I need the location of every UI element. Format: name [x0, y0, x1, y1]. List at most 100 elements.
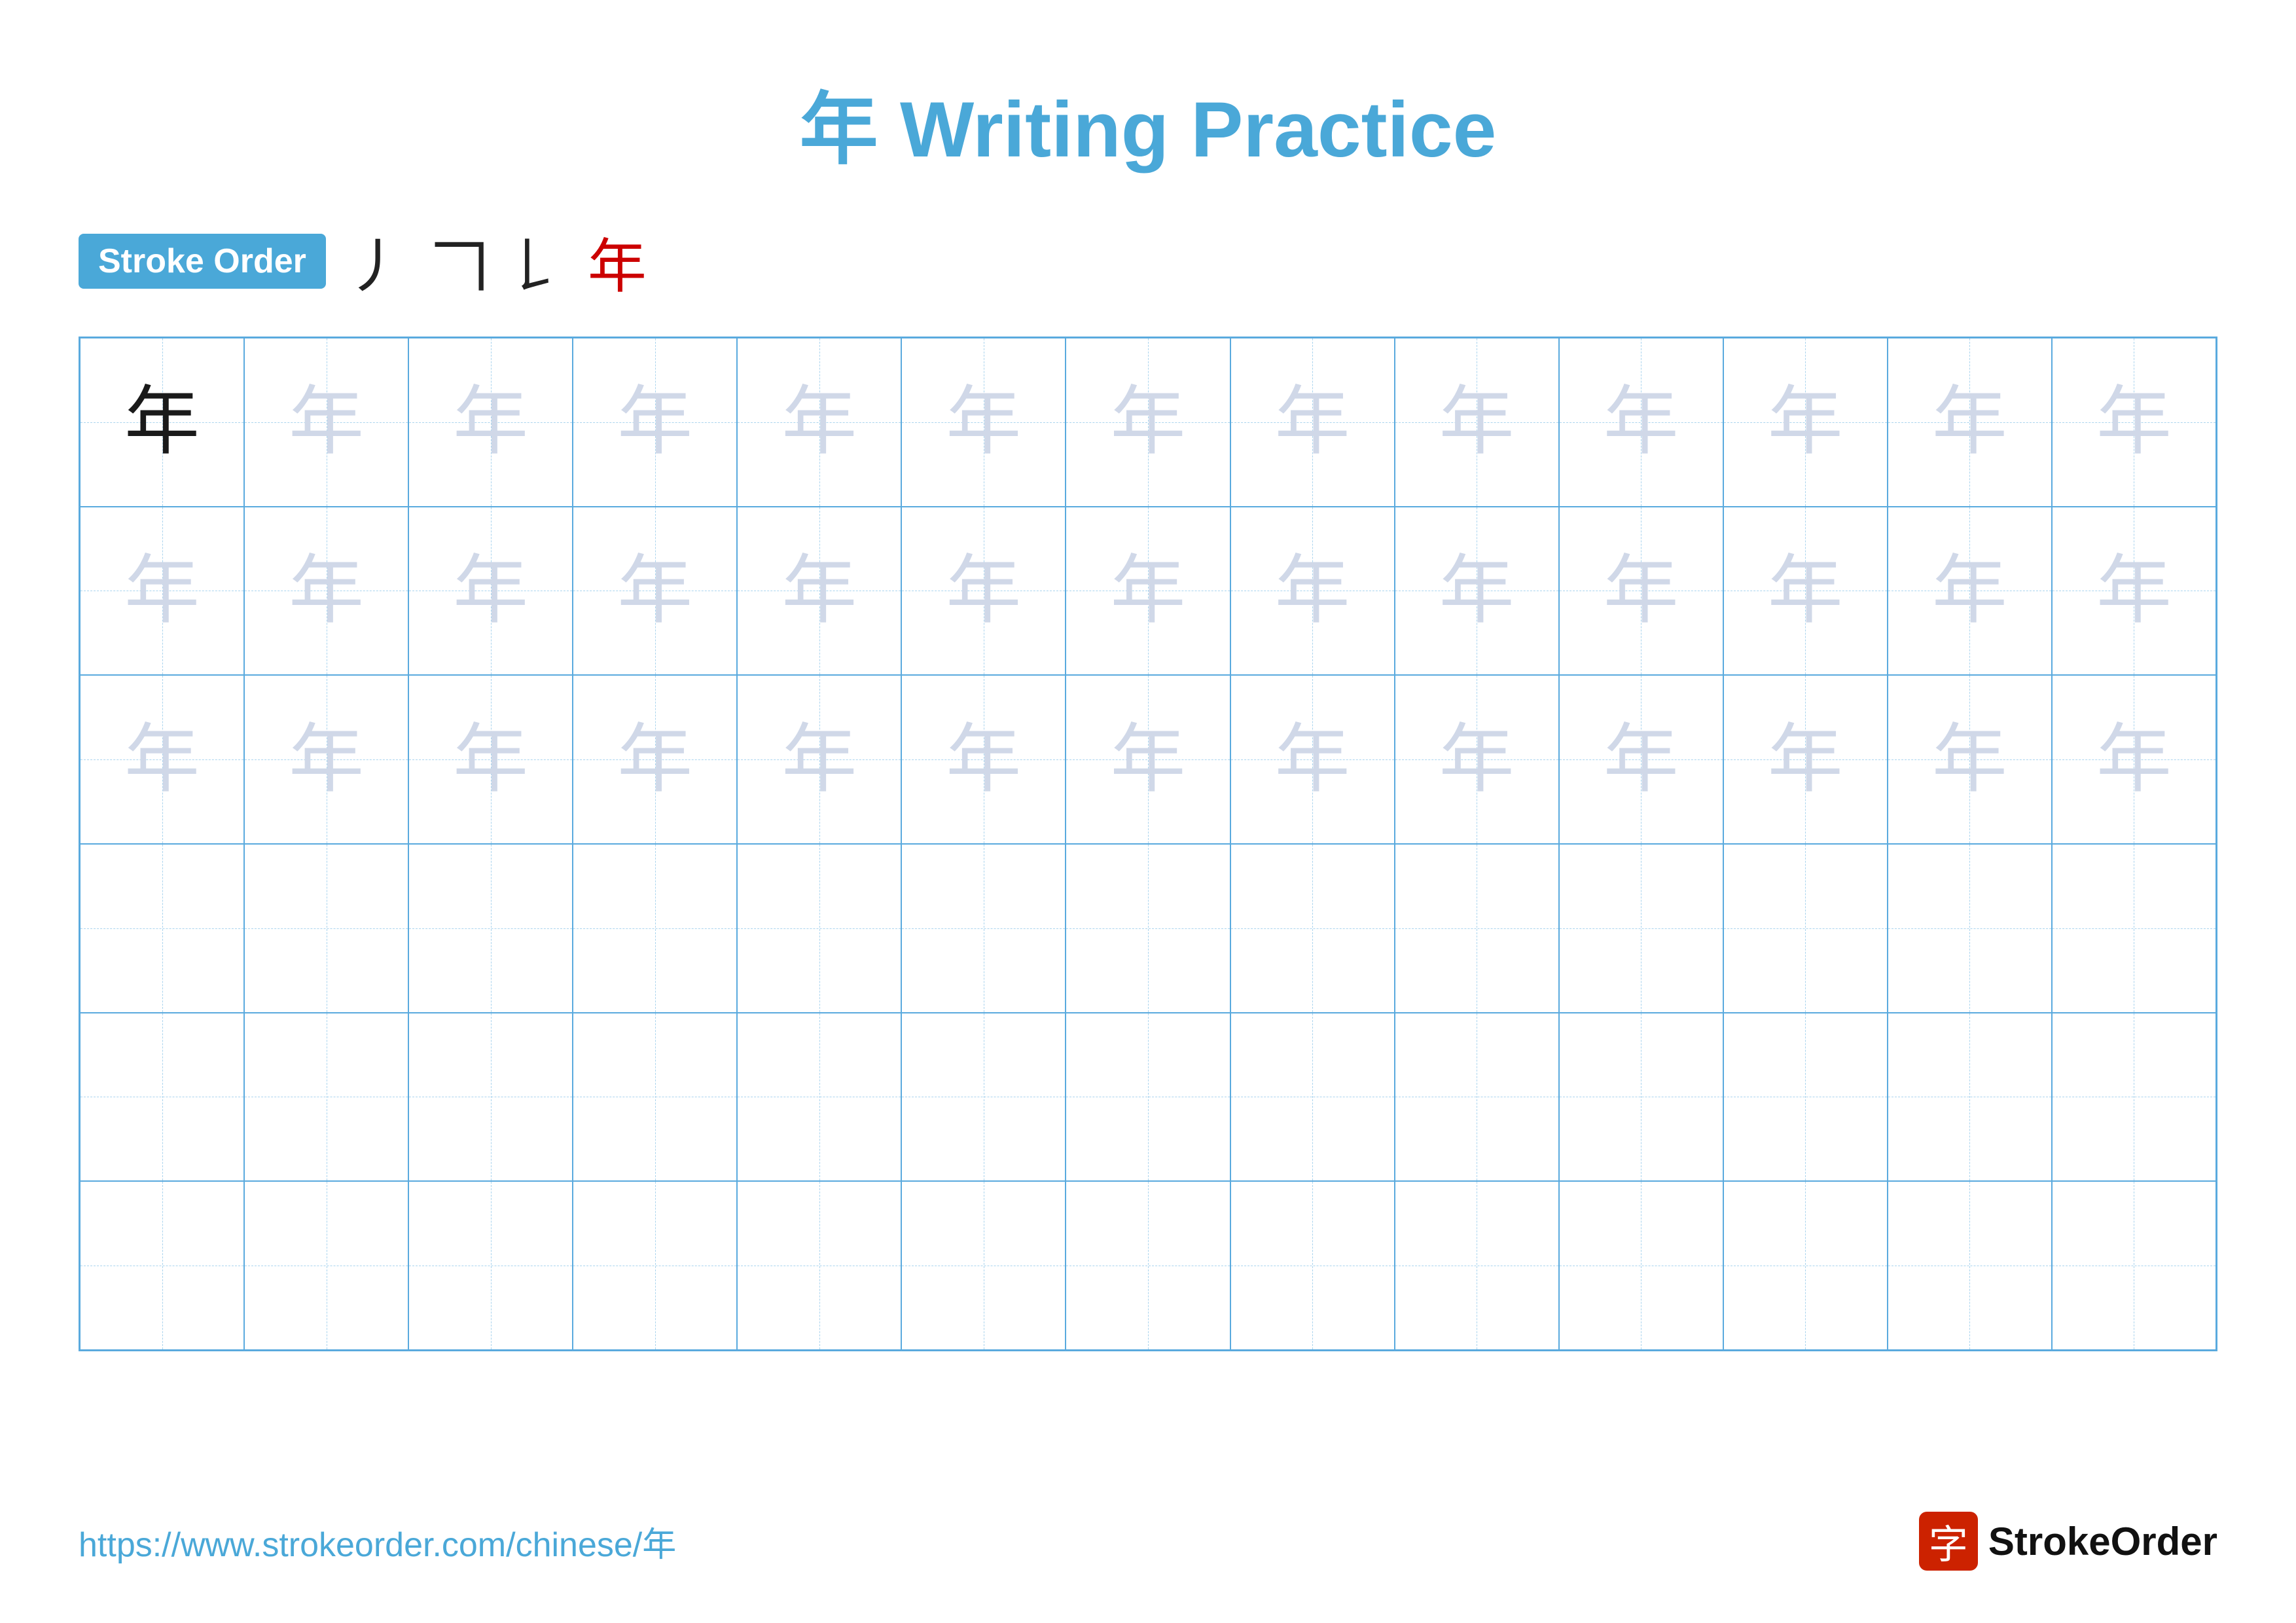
grid-cell[interactable]: 年	[1888, 338, 2052, 507]
grid-cell[interactable]: 年	[1723, 338, 1888, 507]
cell-character: 年	[1275, 722, 1350, 797]
grid-cell[interactable]: 年	[244, 507, 408, 676]
grid-cell[interactable]	[1888, 1013, 2052, 1182]
grid-cell[interactable]	[80, 1013, 244, 1182]
grid-cell[interactable]	[244, 1181, 408, 1350]
grid-cell[interactable]	[1395, 1181, 1559, 1350]
grid-cell[interactable]: 年	[1066, 675, 1230, 844]
grid-cell[interactable]	[1723, 844, 1888, 1013]
grid-cell[interactable]	[1559, 1013, 1723, 1182]
grid-cell[interactable]	[408, 1013, 573, 1182]
grid-cell[interactable]	[1230, 1181, 1395, 1350]
grid-cell[interactable]: 年	[1230, 675, 1395, 844]
grid-cell[interactable]: 年	[80, 507, 244, 676]
cell-character: 年	[1110, 384, 1185, 460]
grid-cell[interactable]: 年	[244, 675, 408, 844]
grid-cell[interactable]: 年	[1230, 338, 1395, 507]
grid-cell[interactable]	[737, 1013, 901, 1182]
grid-cell[interactable]: 年	[2052, 675, 2216, 844]
grid-cell[interactable]: 年	[1230, 507, 1395, 676]
grid-cell[interactable]: 年	[1559, 338, 1723, 507]
grid-cell[interactable]	[901, 1013, 1066, 1182]
grid-cell[interactable]	[1395, 1013, 1559, 1182]
grid-cell[interactable]: 年	[1395, 338, 1559, 507]
cell-character: 年	[1768, 384, 1843, 460]
grid-cell[interactable]	[1066, 1013, 1230, 1182]
cell-character: 年	[1275, 553, 1350, 629]
grid-cell[interactable]: 年	[573, 338, 737, 507]
grid-cell[interactable]: 年	[901, 338, 1066, 507]
grid-cell[interactable]: 年	[1888, 507, 2052, 676]
grid-cell[interactable]: 年	[573, 507, 737, 676]
grid-cell[interactable]: 年	[737, 507, 901, 676]
grid-cell[interactable]	[80, 844, 244, 1013]
grid-cell[interactable]	[408, 844, 573, 1013]
cell-character: 年	[1110, 722, 1185, 797]
grid-cell[interactable]	[573, 1013, 737, 1182]
footer-logo: 字 StrokeOrder	[1919, 1512, 2217, 1571]
grid-cell[interactable]	[573, 844, 737, 1013]
grid-cell[interactable]: 年	[901, 507, 1066, 676]
grid-cell[interactable]	[1888, 844, 2052, 1013]
logo-char: 字	[1929, 1513, 1968, 1570]
footer-url: https://www.strokeorder.com/chinese/年	[79, 1517, 676, 1566]
stroke-order-row: Stroke Order 丿 𠄐 𠃍 𠄌 𠄞 年	[79, 219, 2217, 304]
grid-cell[interactable]	[1723, 1013, 1888, 1182]
grid-cell[interactable]: 年	[1066, 507, 1230, 676]
grid-cell[interactable]: 年	[737, 338, 901, 507]
grid-cell[interactable]	[2052, 1013, 2216, 1182]
grid-cell[interactable]	[2052, 1181, 2216, 1350]
cell-character: 年	[453, 722, 528, 797]
grid-cell[interactable]: 年	[1066, 338, 1230, 507]
stroke-6-final: 年	[588, 219, 647, 304]
grid-cell[interactable]: 年	[1559, 507, 1723, 676]
grid-cell[interactable]: 年	[2052, 507, 2216, 676]
grid-cell[interactable]	[1066, 844, 1230, 1013]
grid-cell[interactable]: 年	[901, 675, 1066, 844]
cell-character: 年	[946, 722, 1021, 797]
grid-cell[interactable]: 年	[244, 338, 408, 507]
grid-cell[interactable]	[1395, 844, 1559, 1013]
grid-cell[interactable]	[737, 844, 901, 1013]
grid-cell[interactable]: 年	[1395, 675, 1559, 844]
grid-cell[interactable]: 年	[1559, 675, 1723, 844]
grid-cell[interactable]: 年	[1723, 675, 1888, 844]
grid-cell[interactable]	[901, 1181, 1066, 1350]
grid-cell[interactable]	[901, 844, 1066, 1013]
grid-cell[interactable]	[2052, 844, 2216, 1013]
grid-cell[interactable]	[573, 1181, 737, 1350]
grid-cell[interactable]	[1066, 1181, 1230, 1350]
grid-cell[interactable]: 年	[80, 675, 244, 844]
grid-cell[interactable]	[1723, 1181, 1888, 1350]
grid-cell[interactable]: 年	[1395, 507, 1559, 676]
grid-cell[interactable]: 年	[2052, 338, 2216, 507]
footer: https://www.strokeorder.com/chinese/年 字 …	[79, 1512, 2217, 1571]
grid-cell[interactable]: 年	[737, 675, 901, 844]
grid-cell[interactable]: 年	[1723, 507, 1888, 676]
grid-cell[interactable]: 年	[408, 675, 573, 844]
cell-character: 年	[1439, 384, 1515, 460]
cell-character: 年	[1439, 722, 1515, 797]
cell-character: 年	[1604, 553, 1679, 629]
cell-character: 年	[1604, 722, 1679, 797]
grid-cell[interactable]	[1230, 844, 1395, 1013]
logo-text: StrokeOrder	[1988, 1519, 2217, 1564]
grid-cell[interactable]: 年	[80, 338, 244, 507]
cell-character: 年	[289, 722, 364, 797]
grid-cell[interactable]	[1559, 1181, 1723, 1350]
grid-cell[interactable]	[1888, 1181, 2052, 1350]
grid-cell[interactable]	[244, 844, 408, 1013]
grid-cell[interactable]	[1559, 844, 1723, 1013]
grid-cell[interactable]: 年	[573, 675, 737, 844]
grid-cell[interactable]	[244, 1013, 408, 1182]
grid-cell[interactable]	[80, 1181, 244, 1350]
logo-icon: 字	[1919, 1512, 1978, 1571]
grid-cell[interactable]: 年	[1888, 675, 2052, 844]
grid-cell[interactable]: 年	[408, 338, 573, 507]
stroke-3: 𠃍	[431, 219, 490, 304]
grid-cell[interactable]	[737, 1181, 901, 1350]
cell-character: 年	[289, 384, 364, 460]
grid-cell[interactable]: 年	[408, 507, 573, 676]
grid-cell[interactable]	[408, 1181, 573, 1350]
grid-cell[interactable]	[1230, 1013, 1395, 1182]
